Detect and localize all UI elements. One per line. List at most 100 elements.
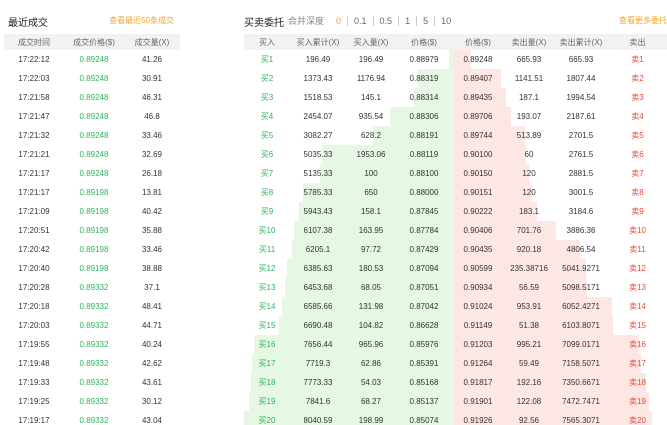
orderbook-row[interactable]: 买16 7656.44 965.96 0.85976 0.91203 995.21 7099… [244,335,667,354]
view-more-orders-link[interactable]: 查看更多委托 [619,15,667,26]
depth-option-1[interactable]: 1 [399,15,418,26]
bid-amount: 163.95 [346,221,396,240]
orderbook-row[interactable]: 买8 5785.33 650 0.88000 0.90151 120 3001.5 卖8 [244,183,667,202]
ask-amount-text: 701.76 [516,226,542,235]
bid-level: 买15 [244,316,290,335]
orderbook-row[interactable]: 买14 6585.66 131.98 0.87042 0.91024 953.91 6052… [244,297,667,316]
bid-level: 买2 [244,69,290,88]
depth-option-0.5[interactable]: 0.5 [374,15,400,26]
orderbook-row[interactable]: 买1 196.49 196.49 0.88979 0.89248 665.93 665.93… [244,50,667,69]
orderbook-row[interactable]: 买2 1373.43 1176.94 0.88319 0.89407 1141.51 180… [244,69,667,88]
depth-option-0[interactable]: 0 [330,15,349,26]
bid-amount: 158.1 [346,202,396,221]
order-book-title: 买卖委托 [244,18,284,29]
orderbook-row[interactable]: 买18 7773.33 54.03 0.85168 0.91817 192.16 7350.… [244,373,667,392]
ask-level-text: 卖9 [631,207,644,216]
bid-level: 买14 [244,297,290,316]
bid-level: 买20 [244,411,290,425]
bid-level: 买17 [244,354,290,373]
depth-option-5[interactable]: 5 [417,15,436,26]
ask-price: 0.89407 [452,69,504,88]
orderbook-row[interactable]: 买12 6385.63 180.53 0.87094 0.90599 235.38716 5… [244,259,667,278]
bid-cumulative-text: 1518.53 [303,93,333,102]
bid-amount-text: 145.1 [360,93,382,102]
bid-cumulative-text: 7656.44 [303,340,333,349]
trade-price: 0.89332 [79,378,109,387]
ask-level-text: 卖19 [629,397,646,406]
depth-option-10[interactable]: 10 [435,16,457,26]
ask-level: 卖11 [608,240,667,259]
orderbook-row[interactable]: 买3 1518.53 145.1 0.88314 0.89435 187.1 1994.54… [244,88,667,107]
ask-level: 卖12 [608,259,667,278]
ask-cumulative: 7350.6671 [554,373,608,392]
trade-volume: 30.12 [141,397,163,406]
trade-volume: 44.71 [141,321,163,330]
trade-price: 0.89198 [79,188,109,197]
bid-cumulative: 3082.27 [290,126,346,145]
orderbook-column-header: 买入量(X) [346,34,396,50]
bid-level: 买10 [244,221,290,240]
ask-amount-text: 995.21 [516,340,542,349]
recent-trades-table: 成交时间 成交价格($) 成交量(X) 17:22:12 0.89248 41.26 17… [4,34,180,425]
ask-price-text: 0.90435 [463,245,493,254]
ask-level: 卖7 [608,164,667,183]
bid-price: 0.88191 [396,126,452,145]
depth-option-0.1[interactable]: 0.1 [348,15,374,26]
trade-time: 17:21:21 [18,150,50,159]
orderbook-row[interactable]: 买17 7719.3 62.86 0.85391 0.91264 59.49 7158.50… [244,354,667,373]
ask-amount: 1141.51 [504,69,554,88]
orderbook-row[interactable]: 买11 6205.1 97.72 0.87429 0.90435 920.18 4806.5… [244,240,667,259]
ask-level: 卖9 [608,202,667,221]
trade-volume: 42.62 [141,359,163,368]
ask-price-text: 0.89744 [463,131,493,140]
ask-level-text: 卖15 [629,321,646,330]
orderbook-row[interactable]: 买20 8040.59 198.99 0.85074 0.91926 92.56 7565.… [244,411,667,425]
ask-cumulative-text: 6052.4271 [562,302,600,311]
orderbook-row[interactable]: 买19 7841.6 68.27 0.85137 0.91901 122.08 7472.7… [244,392,667,411]
ask-amount: 51.38 [504,316,554,335]
bid-amount: 104.82 [346,316,396,335]
ask-cumulative: 665.93 [554,50,608,69]
bid-amount-text: 196.49 [358,55,384,64]
trade-volume: 33.46 [141,131,163,140]
bid-amount-text: 628.2 [360,131,382,140]
ask-level: 卖1 [608,50,667,69]
trade-volume: 13.81 [141,188,163,197]
ask-amount-text: 920.18 [516,245,542,254]
ask-cumulative: 7472.7471 [554,392,608,411]
orderbook-row[interactable]: 买9 5943.43 158.1 0.87845 0.90222 183.1 3184.6 卖… [244,202,667,221]
bid-amount: 1953.06 [346,145,396,164]
bid-price-text: 0.87784 [409,226,439,235]
trade-price: 0.89332 [79,416,109,425]
bid-cumulative-text: 7841.6 [305,397,331,406]
orderbook-row[interactable]: 买15 6690.48 104.82 0.86628 0.91149 51.38 6103.… [244,316,667,335]
orderbook-row[interactable]: 买10 6107.38 163.95 0.87784 0.90406 701.76 3886… [244,221,667,240]
ask-level: 卖10 [608,221,667,240]
trades-column-header: 成交时间 [4,34,64,50]
ask-amount-text: 120 [522,169,536,178]
bid-amount: 965.96 [346,335,396,354]
orderbook-row[interactable]: 买4 2454.07 935.54 0.88306 0.89706 193.07 2187.… [244,107,667,126]
bid-amount-text: 1176.94 [356,74,386,83]
ask-amount: 120 [504,183,554,202]
trade-price: 0.89332 [79,340,109,349]
order-book-table: 买入 买入累计(X) 买入量(X) 价格($) 价格($) 卖出量(X) 卖出累计(X) 卖出… [244,34,667,425]
ask-price-text: 0.91149 [463,321,493,330]
ask-price: 0.90934 [452,278,504,297]
orderbook-row[interactable]: 买5 3082.27 628.2 0.88191 0.89744 513.89 2701.5… [244,126,667,145]
orderbook-row[interactable]: 买7 5135.33 100 0.88100 0.90150 120 2881.5 卖7 [244,164,667,183]
ask-price-text: 0.89248 [463,55,493,64]
ask-cumulative-text: 3184.6 [568,207,594,216]
bid-price-text: 0.87051 [409,283,439,292]
orderbook-row[interactable]: 买6 5035.33 1953.06 0.88119 0.90100 60 2761.5 卖6 [244,145,667,164]
orderbook-row[interactable]: 买13 6453.68 68.05 0.87051 0.90934 56.59 5098.5… [244,278,667,297]
ask-cumulative: 2761.5 [554,145,608,164]
ask-price-text: 0.90222 [463,207,493,216]
trade-row: 17:21:32 0.89248 33.46 [4,126,180,145]
ask-amount: 60 [504,145,554,164]
bid-amount-text: 104.82 [358,321,384,330]
view-recent-50-trades-link[interactable]: 查看最近50条成交 [109,15,174,26]
bid-cumulative-text: 6453.68 [303,283,333,292]
orderbook-column-header: 卖出累计(X) [554,34,608,50]
ask-amount-text: 513.89 [516,131,542,140]
